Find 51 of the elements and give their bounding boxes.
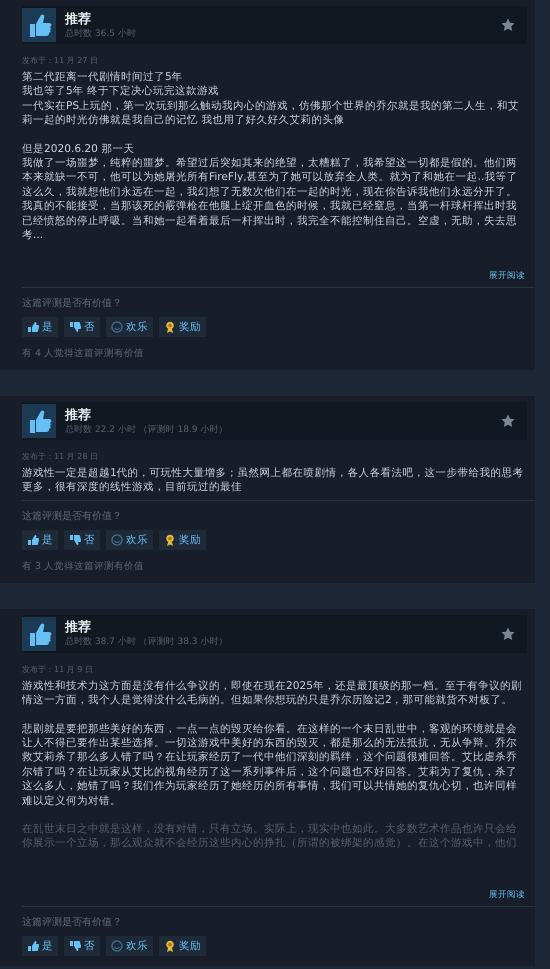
funny-button[interactable]: 欢乐 (106, 530, 153, 550)
thumbs-down-icon (69, 321, 81, 333)
award-button[interactable]: 奖励 (159, 530, 206, 550)
no-button[interactable]: 否 (64, 317, 100, 337)
review-verdict: 推荐 (65, 406, 92, 424)
posted-date: 发布于：11 月 9 日 (22, 664, 93, 675)
award-button[interactable]: 奖励 (159, 317, 206, 337)
star-icon (501, 18, 515, 32)
medal-icon (164, 321, 176, 333)
read-more-link[interactable]: 展开阅读 (489, 270, 525, 282)
review-text: 游戏性和技术力这方面是没有什么争议的，即使在现在2025年，还是最顶级的那一档。至于有争议的剧情这一方面，我个人是觉得没什么毛病的。但如果你想玩的只是乔尔历险记2，那可能就货不对板了。 (22, 678, 523, 708)
review-text: 但是2020.6.20 那一天 (22, 142, 136, 156)
review-verdict: 推荐 (65, 619, 92, 636)
playtime: 总时数 36.5 小时 (65, 28, 137, 40)
review-verdict: 推荐 (65, 10, 92, 28)
thumbs-up-icon (27, 534, 39, 546)
posted-date: 发布于：11 月 28 日 (22, 452, 98, 462)
thumbs-up-icon (27, 940, 39, 952)
review-text: 我做了一场噩梦，纯粹的噩梦。希望过后突如其来的绝望，太糟糕了，我希望这一切都是假的。他们两本来就缺一不可，他可以为她屠光所有FireFly,甚至为了她可以放弃全人类。就为了和她在一起..我等了这么久，我就想他们永远在一起，我幻想了无数次他们在一起的时光，现在你告诉我他们永远分开了。我真的不能接受，当那该死的霰弹枪在他腿上绽开血色的时候，我就已经窒息，当第一杆球杆挥出时我已经愤怒的停止呼吸。当和她一起看着最后一杆挥出时，我完全不能控制住自己。空虚，无助，失去思考... (22, 156, 518, 242)
review-text: 悲剧就是要把那些美好的东西，一点一点的毁灭给你看。在这样的一个末日乱世中，客观的环境就是会让人不得已要作出某些选择。一切这游戏中美好的东西的毁灭，都是那么的无法抵抗，无从争辩。乔尔救艾莉杀了那么多人错了吗？在让玩家经历了一代中他们深刻的羁绊，这个问题很难回答。艾比虐杀乔尔错了吗？在让玩家从艾比的视角经历了这一系列事件后，这个问题也不好回答。艾莉为了复仇，杀了这么多人，她错了吗？我们作为玩家经历了她经历的所有事情，我们可以共情她的复仇心切，也许同样难以定义何为对错。 (22, 722, 518, 808)
review-text: 我也等了5年 终于下定决心玩完这款游戏 (22, 84, 220, 99)
star-icon (501, 414, 515, 428)
playtime: 总时数 22.2 小时 （评测时 18.9 小时） (65, 424, 228, 436)
yes-button[interactable]: 是 (22, 317, 58, 337)
helpful-question: 这篇评测是否有价值？ (22, 916, 122, 929)
smiley-icon (111, 940, 123, 952)
playtime: 总时数 38.7 小时 （评测时 38.3 小时） (65, 636, 228, 648)
thumbs-down-icon (69, 940, 81, 952)
review-text: 游戏性一定是超越1代的，可玩性大量增多；虽然网上都在喷剧情，各人各看法吧，这一步带给我的思考更多，很有深度的线性游戏，目前玩过的最佳 (22, 466, 525, 495)
award-button[interactable]: 奖励 (159, 936, 206, 956)
helpful-count: 有 3 人觉得这篇评测有价值 (22, 560, 144, 573)
smiley-icon (111, 534, 123, 546)
review-text: 第二代距离一代剧情时间过了5年 (22, 70, 184, 84)
medal-icon (164, 940, 176, 952)
no-button[interactable]: 否 (64, 530, 100, 550)
thumbs-down-icon (69, 534, 81, 546)
helpful-question: 这篇评测是否有价值？ (22, 297, 122, 310)
thumbs-up-icon (27, 321, 39, 333)
star-icon (501, 626, 515, 641)
posted-date: 发布于：11 月 27 日 (22, 56, 98, 66)
smiley-icon (111, 321, 123, 333)
medal-icon (164, 534, 176, 546)
yes-button[interactable]: 是 (22, 936, 58, 956)
no-button[interactable]: 否 (64, 936, 100, 956)
review-text: 一代实在PS上玩的，第一次玩到那么触动我内心的游戏，仿佛那个世界的乔尔就是我的第二人生，和艾莉一起的时光仿佛就是我自己的记忆 我也用了好久好久艾莉的头像 (22, 98, 520, 128)
helpful-question: 这篇评测是否有价值？ (22, 510, 122, 523)
helpful-count: 有 4 人觉得这篇评测有价值 (22, 348, 144, 360)
funny-button[interactable]: 欢乐 (106, 936, 153, 956)
funny-button[interactable]: 欢乐 (106, 317, 153, 337)
read-more-link[interactable]: 展开阅读 (489, 888, 525, 901)
yes-button[interactable]: 是 (22, 530, 58, 550)
